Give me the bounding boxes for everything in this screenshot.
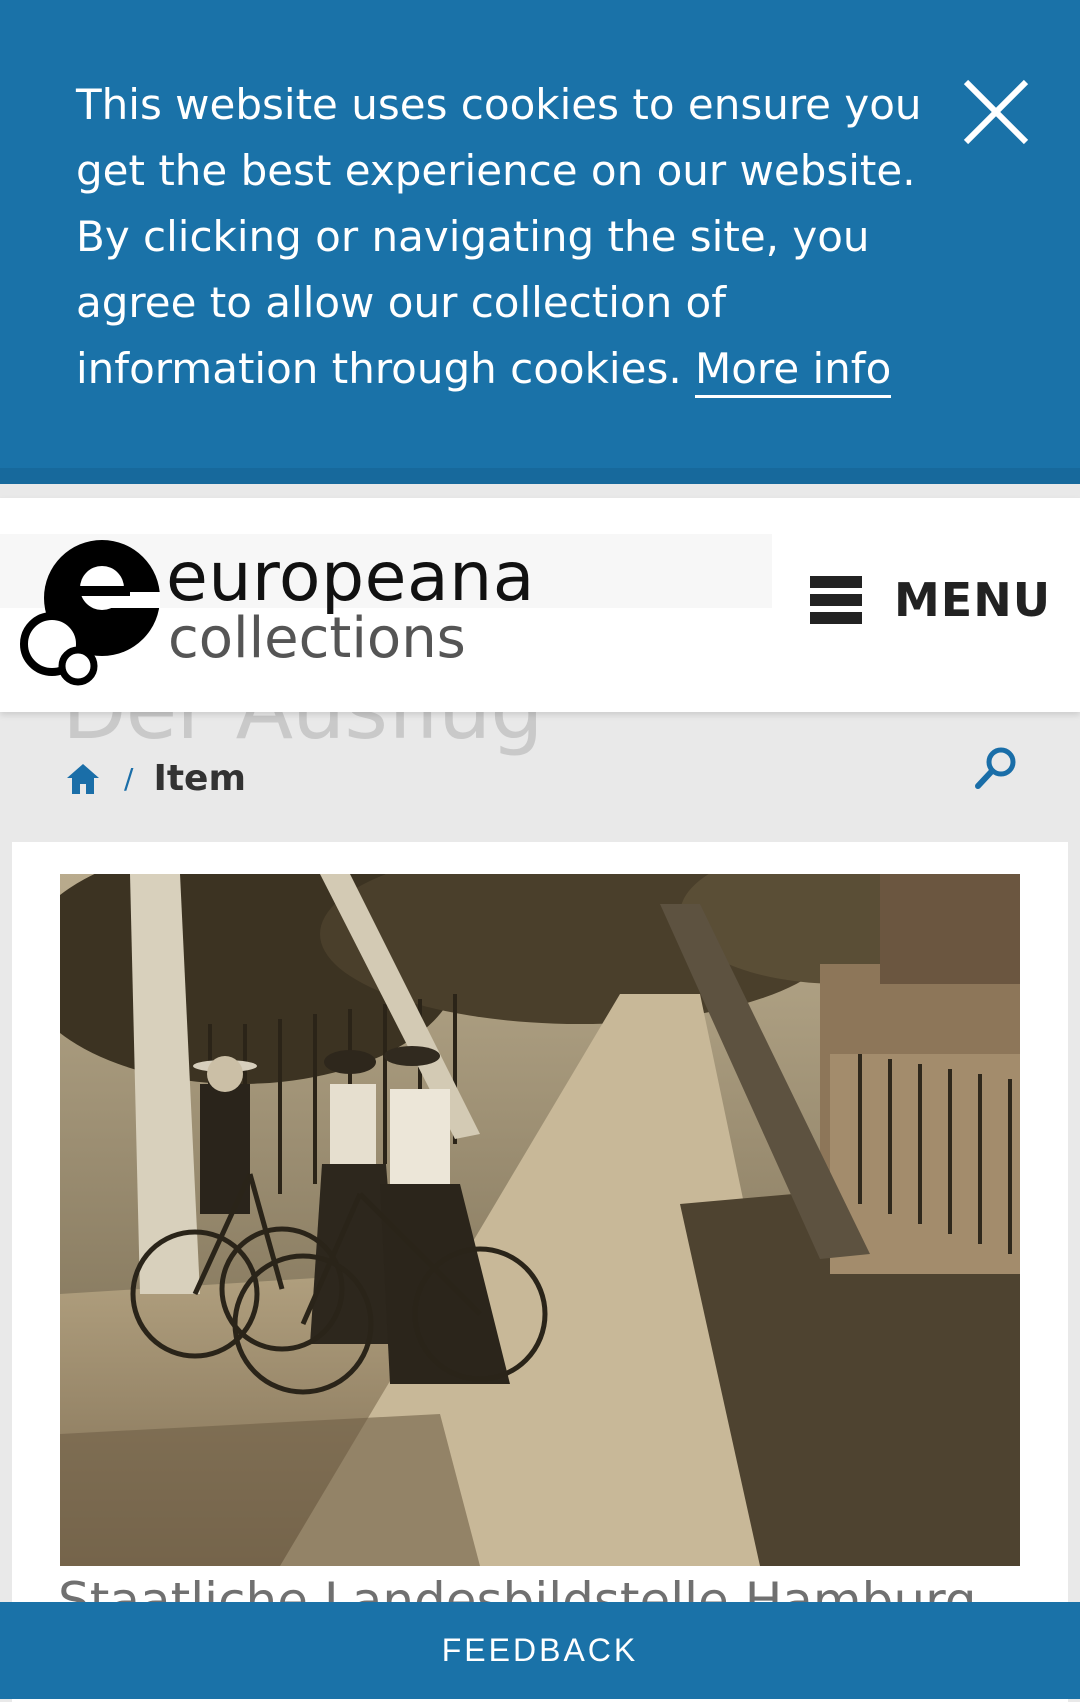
search-icon[interactable] [970,742,1022,794]
breadcrumb-separator: / [124,762,134,795]
cookie-close-button[interactable] [962,78,1030,146]
cookie-banner: This website uses cookies to ensure you … [0,0,1080,484]
menu-button[interactable]: MENU [810,570,1051,630]
site-header: europeana collections MENU [0,498,1080,712]
menu-label: MENU [894,573,1052,627]
feedback-button[interactable]: FEEDBACK [0,1602,1080,1699]
breadcrumb-current: Item [153,758,246,799]
cookie-more-info-link[interactable]: More info [695,344,892,398]
item-photo[interactable] [60,874,1020,1566]
logo-subtitle[interactable]: collections [168,606,466,671]
home-icon[interactable] [64,760,102,798]
europeana-logo-icon[interactable] [20,526,162,690]
close-icon [963,79,1029,145]
hamburger-icon [810,574,862,626]
cookie-message: This website uses cookies to ensure you … [76,72,936,402]
breadcrumb: / Item [64,758,246,799]
